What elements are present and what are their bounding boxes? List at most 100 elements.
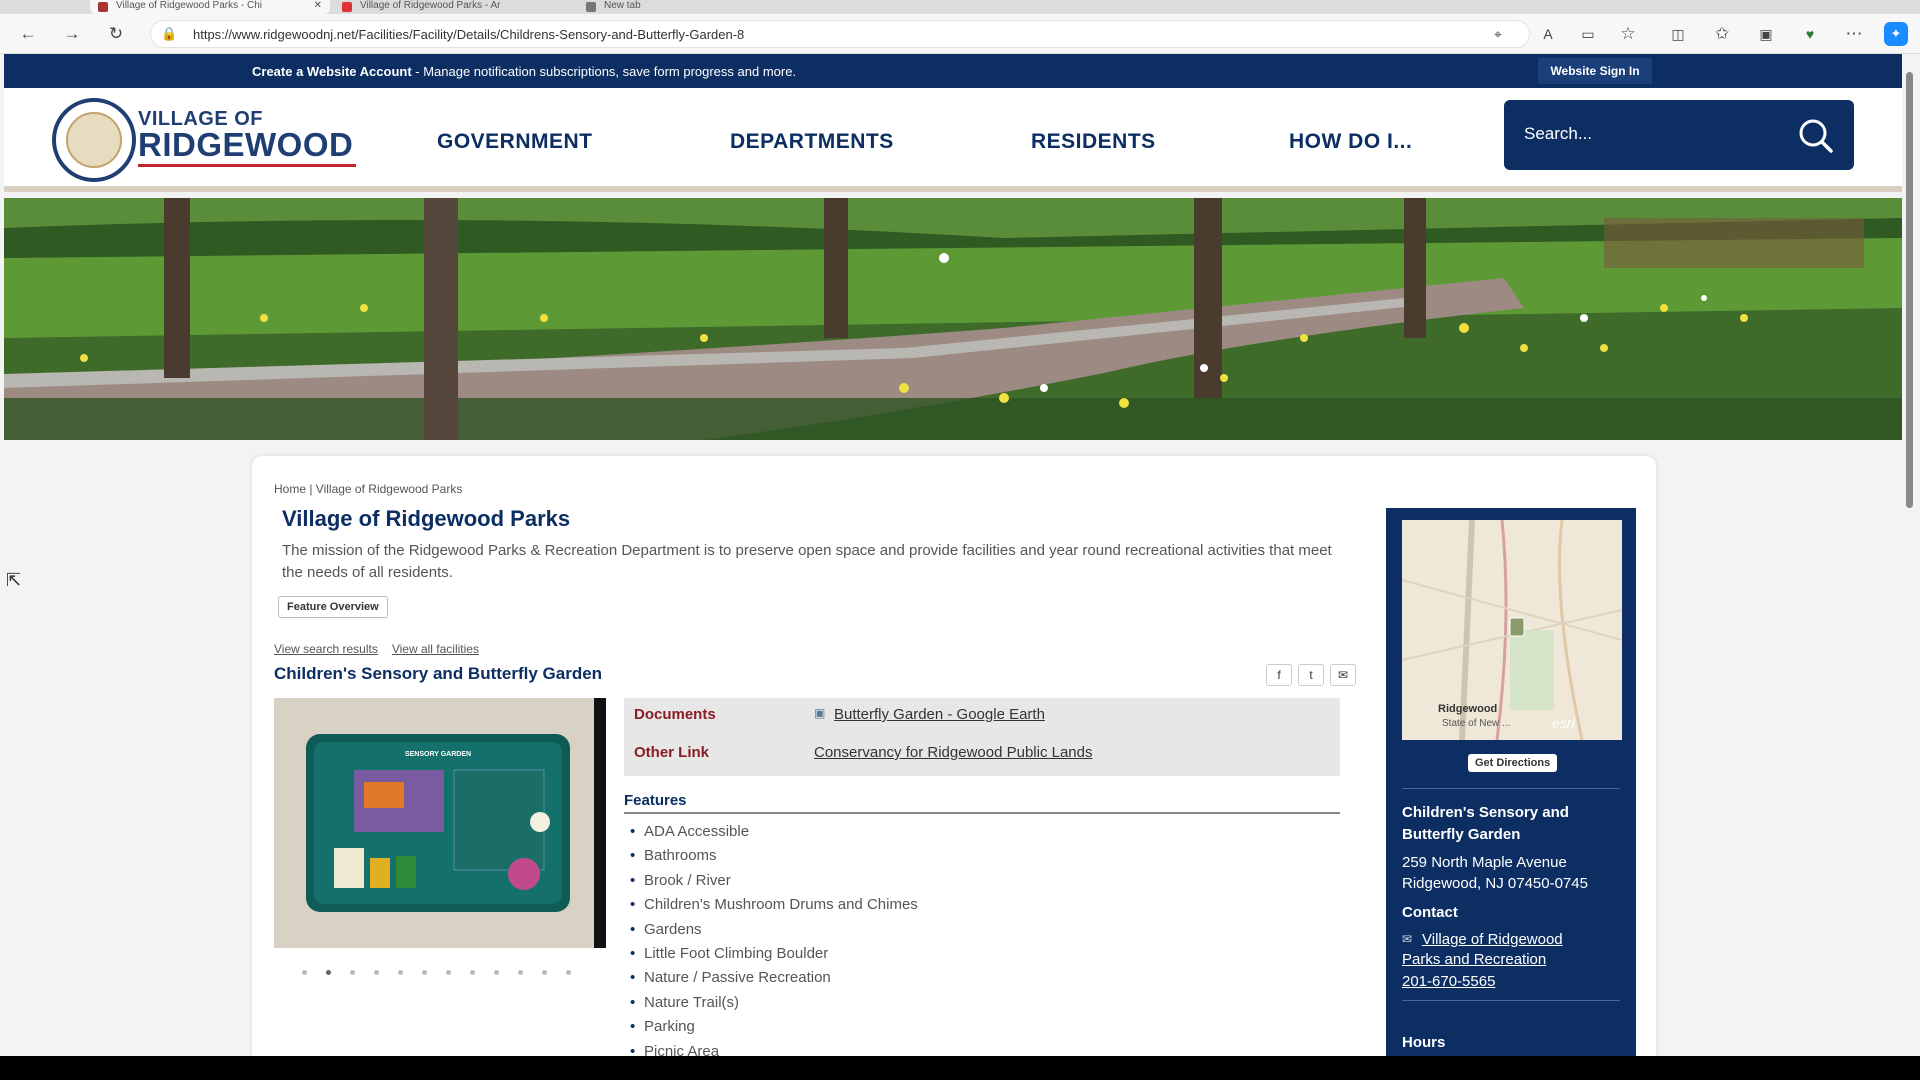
reader-view-icon[interactable]: ▭ bbox=[1576, 22, 1600, 46]
back-icon[interactable]: ← bbox=[16, 22, 40, 46]
website-sign-in-button[interactable]: Website Sign In bbox=[1538, 58, 1652, 84]
address-line-1: 259 North Maple Avenue bbox=[1402, 854, 1567, 871]
browser-tab[interactable]: Village of Ridgewood Parks - Ar bbox=[334, 0, 574, 14]
sign-heading: SENSORY GARDEN bbox=[405, 751, 471, 758]
location-map[interactable]: Ridgewood State of New ... esri bbox=[1402, 520, 1622, 740]
carousel-dot[interactable] bbox=[566, 970, 571, 975]
reload-icon[interactable]: ↻ bbox=[104, 22, 128, 46]
phone-link[interactable]: 201-670-5565 bbox=[1402, 973, 1495, 990]
nav-residents[interactable]: RESIDENTS bbox=[1031, 130, 1156, 154]
tab-label: New tab bbox=[604, 0, 641, 11]
carousel-dot[interactable] bbox=[470, 970, 475, 975]
mouse-cursor-icon: ⇱ bbox=[6, 570, 22, 590]
contact-heading: Contact bbox=[1402, 904, 1458, 921]
nav-government[interactable]: GOVERNMENT bbox=[437, 130, 593, 154]
feature-item: Nature / Passive Recreation bbox=[630, 966, 918, 991]
carousel-dot[interactable] bbox=[398, 970, 403, 975]
email-icon[interactable]: ✉ bbox=[1330, 664, 1356, 686]
site-search[interactable]: Search... bbox=[1504, 100, 1854, 170]
tab-favicon-icon bbox=[342, 2, 352, 12]
tab-label: Village of Ridgewood Parks - Ar bbox=[360, 0, 501, 11]
divider bbox=[1402, 1000, 1620, 1001]
tab-favicon-icon bbox=[98, 2, 108, 12]
feature-item: Picnic Area bbox=[630, 1040, 918, 1056]
browser-tabstrip: Village of Ridgewood Parks - Chi ✕ Villag… bbox=[0, 0, 1920, 14]
address-bar[interactable]: 🔒 https://www.ridgewoodnj.net/Facilities… bbox=[150, 20, 1530, 48]
facebook-icon[interactable]: f bbox=[1266, 664, 1292, 686]
nav-departments[interactable]: DEPARTMENTS bbox=[730, 130, 894, 154]
browser-tab[interactable]: Village of Ridgewood Parks - Chi ✕ bbox=[90, 0, 330, 14]
carousel-dot[interactable] bbox=[350, 970, 355, 975]
documents-label: Documents bbox=[634, 706, 716, 723]
facility-title: Children's Sensory and Butterfly Garden bbox=[274, 664, 603, 683]
tab-label: Village of Ridgewood Parks - Chi bbox=[116, 0, 263, 11]
photo-carousel-dots[interactable] bbox=[302, 970, 592, 980]
more-menu-icon[interactable]: ⋯ bbox=[1842, 22, 1866, 46]
site-header: VILLAGE OF RIDGEWOOD GOVERNMENT DEPARTME… bbox=[4, 88, 1902, 192]
map-label-state: State of New ... bbox=[1442, 718, 1510, 729]
facility-sidebar: Ridgewood State of New ... esri Get Dire… bbox=[1386, 508, 1636, 1056]
website: Create a Website Account - Manage notifi… bbox=[4, 54, 1902, 1056]
other-link[interactable]: Conservancy for Ridgewood Public Lands bbox=[814, 744, 1093, 761]
browser-essentials-icon[interactable]: ♥ bbox=[1798, 22, 1822, 46]
address-line-2: Ridgewood, NJ 07450-0745 bbox=[1402, 875, 1588, 892]
search-input[interactable]: Search... bbox=[1524, 124, 1592, 144]
carousel-dot[interactable] bbox=[422, 970, 427, 975]
breadcrumb[interactable]: Home | Village of Ridgewood Parks bbox=[274, 482, 462, 496]
read-aloud-icon[interactable]: A bbox=[1536, 22, 1560, 46]
copilot-icon[interactable]: ✦ bbox=[1884, 22, 1908, 46]
feature-item: Nature Trail(s) bbox=[630, 991, 918, 1016]
view-all-facilities-link[interactable]: View all facilities bbox=[392, 642, 479, 656]
carousel-dot[interactable] bbox=[542, 970, 547, 975]
feature-item: ADA Accessible bbox=[630, 820, 918, 845]
contact-link-line-1[interactable]: Village of Ridgewood bbox=[1422, 931, 1563, 948]
documents-link[interactable]: Butterfly Garden - Google Earth bbox=[834, 706, 1045, 723]
tab-close-icon[interactable]: ✕ bbox=[314, 0, 322, 11]
email-icon: ✉ bbox=[1402, 932, 1413, 946]
favorites-icon[interactable]: ✩ bbox=[1710, 22, 1734, 46]
browser-toolbar: ← → ↻ 🔒 https://www.ridgewoodnj.net/Faci… bbox=[0, 14, 1920, 54]
browser-tab[interactable]: New tab bbox=[578, 0, 808, 14]
facility-photo[interactable]: SENSORY GARDEN bbox=[274, 698, 606, 948]
mission-statement: The mission of the Ridgewood Parks & Rec… bbox=[282, 542, 1332, 581]
lock-icon: 🔒 bbox=[161, 26, 178, 41]
carousel-dot[interactable] bbox=[518, 970, 523, 975]
carousel-dot[interactable] bbox=[374, 970, 379, 975]
search-icon[interactable] bbox=[1796, 116, 1834, 154]
village-seal-logo[interactable] bbox=[52, 98, 136, 182]
split-screen-icon[interactable]: ◫ bbox=[1666, 22, 1690, 46]
document-file-icon: ▣ bbox=[814, 706, 826, 720]
collections-icon[interactable]: ▣ bbox=[1754, 22, 1778, 46]
feature-overview-button[interactable]: Feature Overview bbox=[278, 596, 388, 618]
content-card: Home | Village of Ridgewood Parks Villag… bbox=[252, 456, 1656, 1056]
divider bbox=[1402, 788, 1620, 789]
scrollbar-thumb[interactable] bbox=[1906, 72, 1913, 508]
location-icon[interactable]: ⌖ bbox=[1486, 22, 1510, 46]
facility-name: Children's Sensory and Butterfly Garden bbox=[1402, 804, 1569, 843]
features-list: ADA Accessible Bathrooms Brook / River C… bbox=[630, 820, 918, 1056]
esri-logo: esri bbox=[1552, 715, 1575, 731]
feature-item: Bathrooms bbox=[630, 844, 918, 869]
carousel-dot[interactable] bbox=[302, 970, 307, 975]
nav-how-do-i[interactable]: HOW DO I... bbox=[1289, 130, 1412, 154]
url-text: https://www.ridgewoodnj.net/Facilities/F… bbox=[193, 27, 745, 42]
feature-item: Children's Mushroom Drums and Chimes bbox=[630, 893, 918, 918]
feature-item: Parking bbox=[630, 1015, 918, 1040]
page-scrollbar[interactable] bbox=[1902, 54, 1920, 1056]
view-search-results-link[interactable]: View search results bbox=[274, 642, 378, 656]
hero-garden-photo bbox=[4, 198, 1902, 440]
create-account-link[interactable]: Create a Website Account bbox=[252, 64, 412, 79]
page-title: Village of Ridgewood Parks bbox=[282, 506, 571, 531]
favorite-star-icon[interactable]: ☆ bbox=[1616, 22, 1640, 46]
contact-link-line-2[interactable]: Parks and Recreation bbox=[1402, 951, 1546, 968]
carousel-dot[interactable] bbox=[494, 970, 499, 975]
twitter-icon[interactable]: t bbox=[1298, 664, 1324, 686]
get-directions-button[interactable]: Get Directions bbox=[1468, 754, 1558, 772]
account-message: Create a Website Account - Manage notifi… bbox=[252, 64, 796, 79]
carousel-dot[interactable] bbox=[446, 970, 451, 975]
logo-line-2[interactable]: RIDGEWOOD bbox=[138, 126, 353, 164]
carousel-dot[interactable] bbox=[326, 970, 331, 975]
map-label-ridgewood: Ridgewood bbox=[1438, 703, 1497, 715]
forward-icon[interactable]: → bbox=[60, 22, 84, 46]
feature-item: Gardens bbox=[630, 918, 918, 943]
